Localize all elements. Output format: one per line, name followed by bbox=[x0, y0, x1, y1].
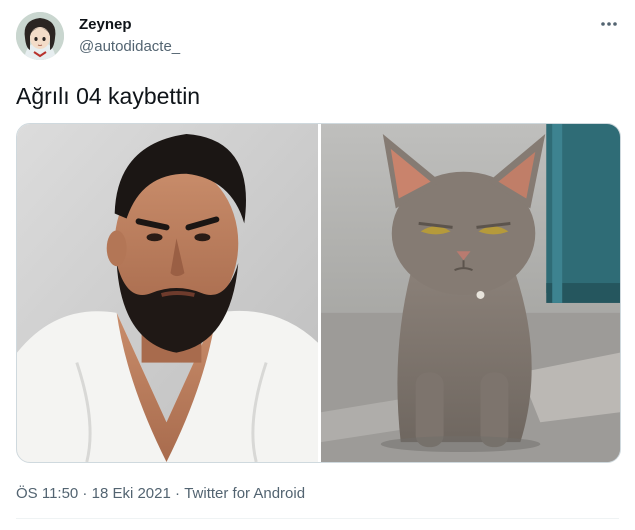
tweet-text: Ağrılı 04 kaybettin bbox=[16, 83, 201, 109]
tweet-time[interactable]: ÖS 11:50 bbox=[16, 484, 78, 504]
media-grid bbox=[16, 123, 621, 463]
tweet-date[interactable]: 18 Eki 2021 bbox=[92, 484, 171, 504]
user-handle[interactable]: @autodidacte_ bbox=[79, 37, 180, 57]
tweet-source[interactable]: Twitter for Android bbox=[184, 484, 305, 504]
man-photo-image bbox=[17, 124, 318, 462]
divider bbox=[16, 518, 619, 519]
photo-cat[interactable] bbox=[320, 124, 620, 462]
anime-girl-avatar-icon bbox=[16, 12, 64, 60]
more-options-button[interactable] bbox=[599, 14, 619, 34]
tweet: Zeynep @autodidacte_ Ağrılı 04 kaybettin bbox=[0, 0, 635, 530]
tweet-meta: ÖS 11:50 · 18 Eki 2021 · Twitter for And… bbox=[16, 484, 305, 504]
meta-separator: · bbox=[170, 485, 185, 502]
avatar[interactable] bbox=[16, 12, 64, 60]
meta-separator: · bbox=[78, 485, 92, 502]
display-name[interactable]: Zeynep bbox=[79, 15, 132, 35]
more-options-icon bbox=[601, 22, 617, 26]
cat-photo-image bbox=[320, 124, 620, 462]
photo-man[interactable] bbox=[17, 124, 318, 462]
